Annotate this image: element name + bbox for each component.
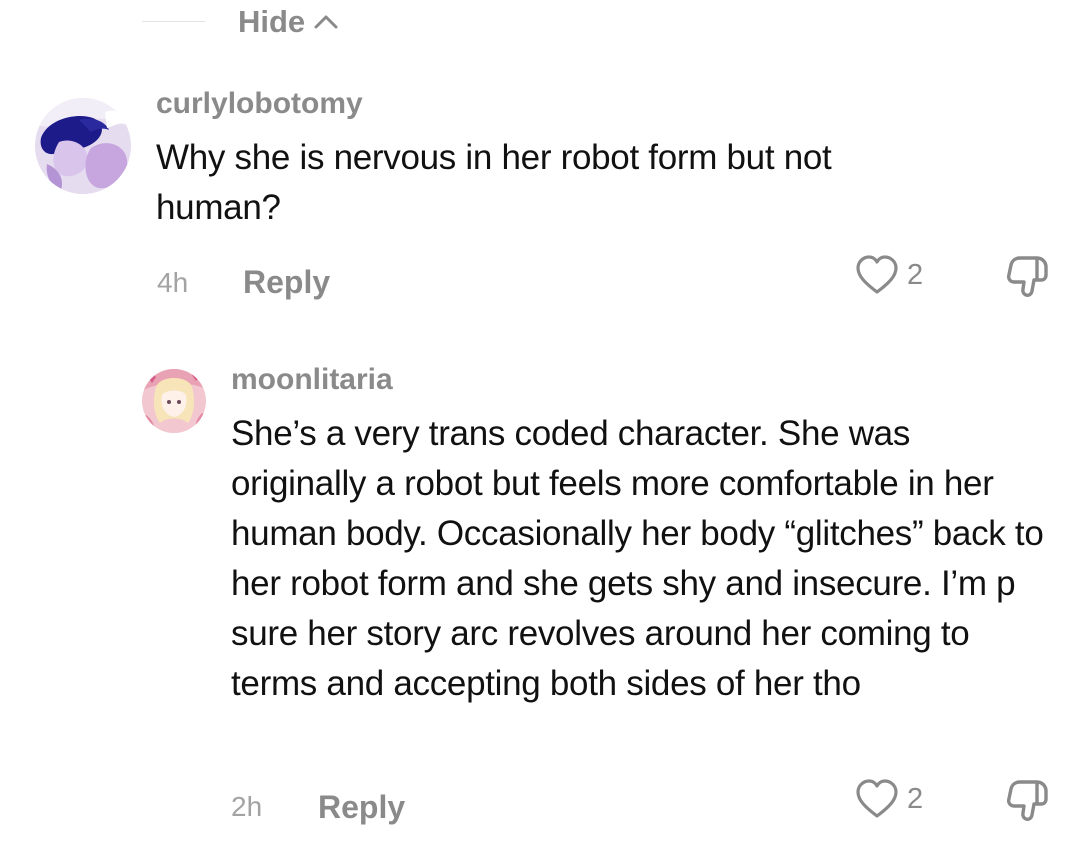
thumbs-down-icon [1006,256,1048,297]
comment-thread: Hide curlylobotomy Why she is nervous in… [0,0,1084,859]
comment-text: Why she is nervous in her robot form but… [156,138,832,227]
like-count: 2 [907,782,924,815]
chevron-up-icon [314,15,338,29]
reply-thread-divider [142,21,205,22]
hide-replies-button[interactable]: Hide [238,4,339,40]
comment-username[interactable]: moonlitaria [231,363,393,397]
dislike-button[interactable] [1004,253,1050,299]
heart-icon [856,779,898,818]
comment-text: She’s a very trans coded character. She … [231,414,1044,703]
reply-button[interactable]: Reply [243,264,330,301]
like-button[interactable]: 2 [855,778,923,820]
dislike-button[interactable] [1004,777,1050,823]
comment-timestamp: 4h [157,267,189,298]
thumbs-down-icon [1006,780,1048,821]
avatar[interactable] [35,98,131,194]
heart-icon [856,255,898,294]
reply-button[interactable]: Reply [318,789,405,826]
comment-username[interactable]: curlylobotomy [156,87,363,121]
like-button[interactable]: 2 [855,254,923,296]
like-count: 2 [907,258,924,291]
hide-replies-label: Hide [238,4,306,39]
avatar[interactable] [142,369,206,433]
comment-timestamp: 2h [231,791,263,822]
